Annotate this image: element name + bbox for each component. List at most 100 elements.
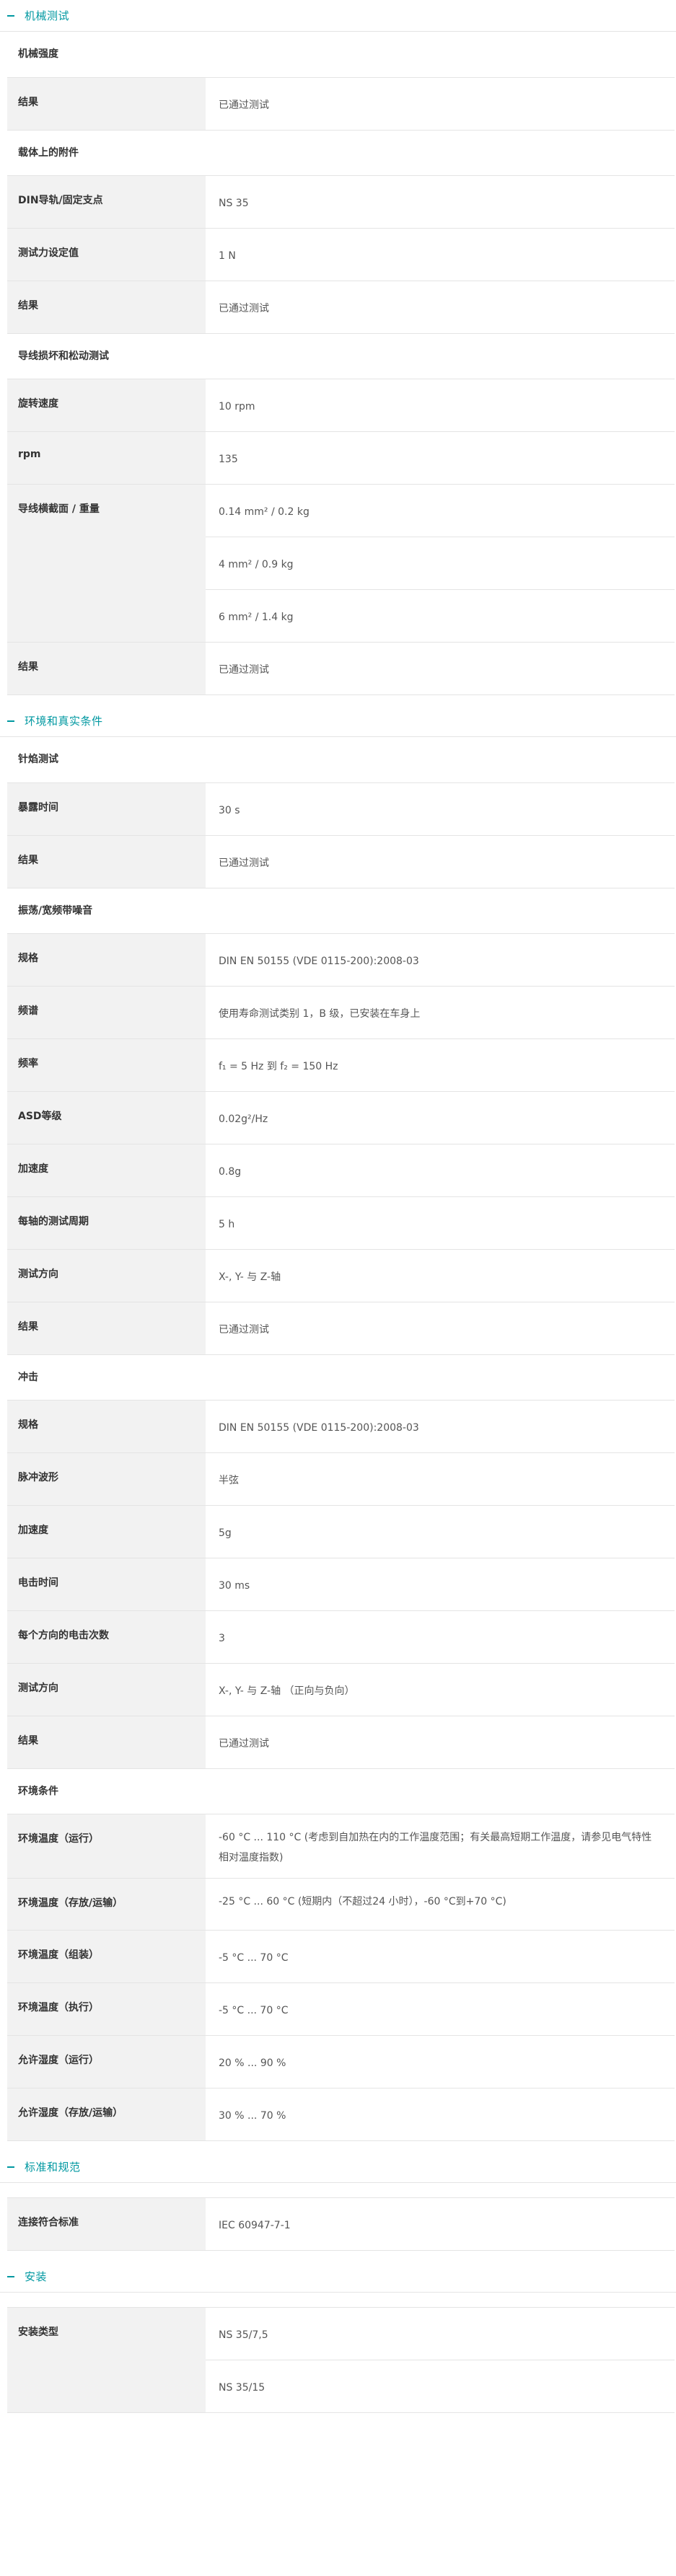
spec-sheet: 机械测试 机械强度 结果 已通过测试 载体上的附件 DIN导轨/固定支点 NS 35 测试力设… [0,0,676,2427]
row-value: 4 mm² / 0.9 kg [206,537,675,589]
row-label: 规格 [7,934,206,986]
row-value: NS 35 [219,198,249,209]
section-title: 机械测试 [25,9,70,22]
table-row: 暴露时间 30 s [7,783,675,836]
row-values: 0.14 mm² / 0.2 kg 4 mm² / 0.9 kg 6 mm² / 1… [206,485,675,642]
row-label: 安装类型 [7,2308,206,2412]
section-title: 标准和规范 [25,2161,81,2174]
page-bottom-spacer [0,2413,676,2427]
row-values: 已通过测试 [206,836,675,888]
row-value: X-, Y- 与 Z-轴 （正向与负向） [219,1685,355,1697]
collapse-dash-icon[interactable] [7,2275,14,2277]
row-label: 暴露时间 [7,783,206,835]
row-label: 脉冲波形 [7,1453,206,1505]
group-title: 导线损坏和松动测试 [18,350,109,362]
table-row: 加速度 0.8g [7,1144,675,1197]
row-label: 旋转速度 [7,379,206,431]
section-header[interactable]: 机械测试 [0,0,676,32]
row-values: 5 h [206,1197,675,1249]
table-row: 环境温度（运行） -60 °C ... 110 °C (考虑到自加热在内的工作温度… [7,1814,675,1879]
row-values: 使用寿命测试类别 1，B 级，已安装在车身上 [206,987,675,1038]
row-value: 1 N [219,250,236,262]
spec-table: 旋转速度 10 rpm rpm 135 导线横截面 / 重量 0.14 mm² / 0.2… [7,379,675,695]
group-title: 载体上的附件 [18,147,79,159]
section-header[interactable]: 标准和规范 [0,2151,676,2183]
row-value: 30 % ... 70 % [219,2110,286,2122]
table-row: 环境温度（执行） -5 °C ... 70 °C [7,1983,675,2036]
row-values: DIN EN 50155 (VDE 0115-200):2008-03 [206,1401,675,1452]
row-values: 已通过测试 [206,1716,675,1768]
table-row: 测试方向 X-, Y- 与 Z-轴 （正向与负向） [7,1664,675,1716]
table-row: 频谱 使用寿命测试类别 1，B 级，已安装在车身上 [7,987,675,1039]
table-row: 结果 已通过测试 [7,78,675,131]
row-value: 10 rpm [219,401,255,413]
row-values: 3 [206,1611,675,1663]
row-value: 半弦 [219,1475,239,1486]
table-row: 结果 已通过测试 [7,836,675,888]
row-value: 已通过测试 [219,100,269,111]
table-row: 规格 DIN EN 50155 (VDE 0115-200):2008-03 [7,934,675,987]
row-value: 使用寿命测试类别 1，B 级，已安装在车身上 [219,1008,421,1020]
row-value: -5 °C ... 70 °C [219,1952,289,1964]
row-label: 连接符合标准 [7,2198,206,2250]
table-row: ASD等级 0.02g²/Hz [7,1092,675,1144]
group-title: 振荡/宽频带噪音 [18,905,93,917]
group-title: 冲击 [18,1372,38,1383]
row-values: X-, Y- 与 Z-轴 （正向与负向） [206,1664,675,1716]
row-label: ASD等级 [7,1092,206,1144]
row-value: 已通过测试 [219,1324,269,1336]
row-label: 电击时间 [7,1558,206,1610]
collapse-dash-icon[interactable] [7,14,14,17]
table-row: 旋转速度 10 rpm [7,379,675,432]
row-value: 135 [219,454,238,465]
row-values: -5 °C ... 70 °C [206,1931,675,1982]
row-value: 已通过测试 [219,664,269,676]
section-title: 安装 [25,2270,48,2283]
row-label: 结果 [7,78,206,130]
row-values: 5g [206,1506,675,1558]
row-values: 已通过测试 [206,643,675,694]
row-label: 允许湿度（运行） [7,2036,206,2088]
row-label: 环境温度（组装） [7,1931,206,1982]
row-values: IEC 60947-7-1 [206,2198,675,2250]
row-values: DIN EN 50155 (VDE 0115-200):2008-03 [206,934,675,986]
table-row: rpm 135 [7,432,675,485]
row-label: 结果 [7,1302,206,1354]
table-row: 导线横截面 / 重量 0.14 mm² / 0.2 kg 4 mm² / 0.9 k… [7,485,675,643]
row-label: 环境温度（执行） [7,1983,206,2035]
collapse-dash-icon[interactable] [7,720,14,722]
spec-table: 规格 DIN EN 50155 (VDE 0115-200):2008-03 频谱 使… [7,933,675,1355]
row-value: DIN EN 50155 (VDE 0115-200):2008-03 [219,1422,419,1434]
row-values: 10 rpm [206,379,675,431]
row-value: X-, Y- 与 Z-轴 [219,1271,281,1283]
table-row: 脉冲波形 半弦 [7,1453,675,1506]
row-value: IEC 60947-7-1 [219,2220,291,2231]
row-value: 0.02g²/Hz [219,1113,268,1125]
row-label: 结果 [7,643,206,694]
table-row: 每个方向的电击次数 3 [7,1611,675,1664]
spec-table: 规格 DIN EN 50155 (VDE 0115-200):2008-03 脉冲波… [7,1400,675,1769]
row-value: 0.14 mm² / 0.2 kg [219,506,310,518]
row-values: 已通过测试 [206,78,675,130]
table-row: 电击时间 30 ms [7,1558,675,1611]
row-values: -25 °C ... 60 °C (短期内（不超过24 小时），-60 °C到+… [206,1879,675,1930]
row-label: 结果 [7,1716,206,1768]
row-label: 频率 [7,1039,206,1091]
table-row: 结果 已通过测试 [7,1716,675,1769]
row-value: f₁ = 5 Hz 到 f₂ = 150 Hz [219,1061,338,1072]
collapse-dash-icon[interactable] [7,2166,14,2168]
section-header[interactable]: 环境和真实条件 [0,705,676,737]
row-values: -5 °C ... 70 °C [206,1983,675,2035]
table-row: 加速度 5g [7,1506,675,1558]
row-label: 结果 [7,836,206,888]
spec-table: 环境温度（运行） -60 °C ... 110 °C (考虑到自加热在内的工作温度… [7,1814,675,2141]
row-value: 已通过测试 [219,857,269,869]
row-label: 导线横截面 / 重量 [7,485,206,642]
row-values: 0.8g [206,1144,675,1196]
row-values: 20 % ... 90 % [206,2036,675,2088]
row-label: 每个方向的电击次数 [7,1611,206,1663]
table-row: 测试力设定值 1 N [7,229,675,281]
section-header[interactable]: 安装 [0,2261,676,2293]
row-values: 1 N [206,229,675,281]
